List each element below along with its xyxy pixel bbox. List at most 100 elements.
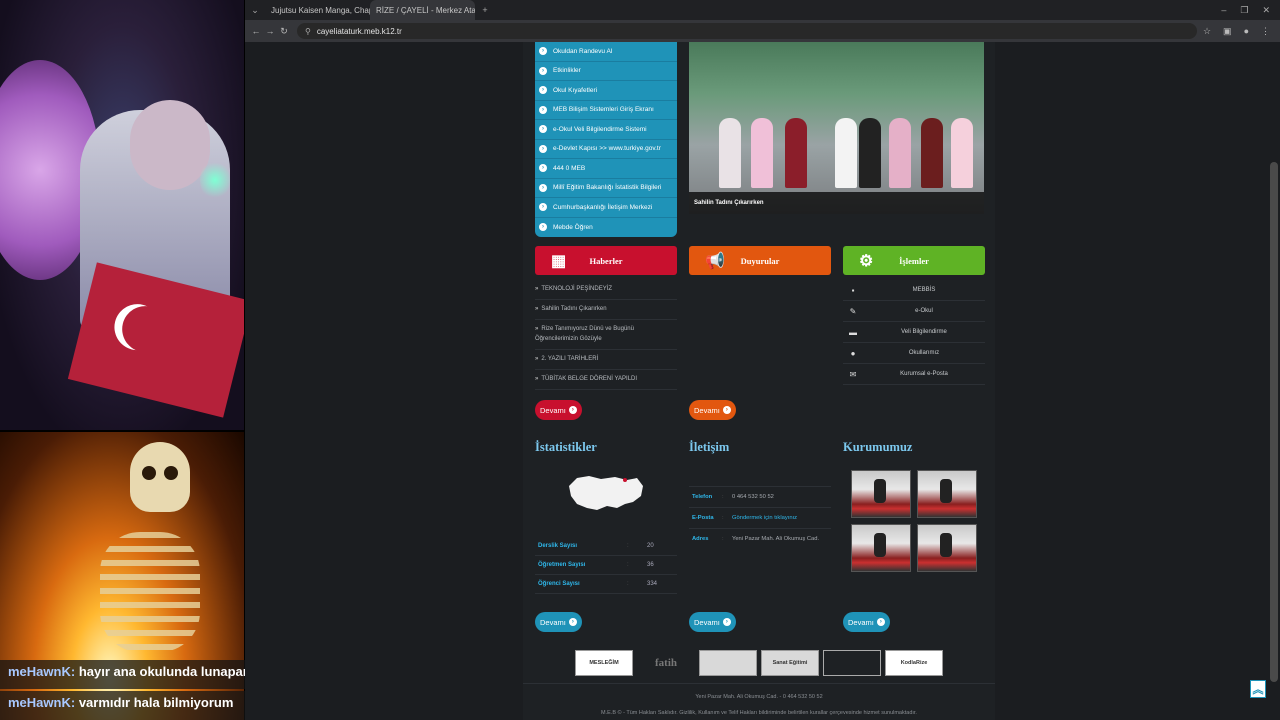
- menu-item[interactable]: › 444 0 MEB: [535, 159, 677, 179]
- bookmark-star-icon[interactable]: ☆: [1203, 26, 1211, 37]
- photo-figure: [859, 118, 881, 188]
- announcements-header-label: Duyurular: [740, 255, 780, 266]
- stat-separator: :: [627, 543, 629, 549]
- scrollbar[interactable]: [1270, 162, 1278, 682]
- led-light: [200, 160, 230, 200]
- stats-more-button[interactable]: Devamı ›: [535, 612, 582, 632]
- operations-list: ▪ MEBBİS ✎ e-Okul ▬ Veli Bilgilendirme ● Oku…: [843, 280, 985, 385]
- contact-separator: :: [722, 494, 724, 500]
- logo-fatih[interactable]: fatih: [637, 650, 695, 676]
- slider-photo[interactable]: Sahilin Tadını Çıkarırken: [689, 42, 984, 214]
- news-more-button[interactable]: Devamı ›: [535, 400, 582, 420]
- toolbar-actions: ☆ ▣ ● ⋮: [1203, 26, 1276, 37]
- gallery-thumbnail[interactable]: [851, 524, 911, 572]
- menu-item[interactable]: › e-Devlet Kapısı >> www.turkiye.gov.tr: [535, 140, 677, 159]
- double-chevron-icon: »: [535, 356, 539, 362]
- op-veli[interactable]: ▬ Veli Bilgilendirme: [843, 322, 985, 343]
- tab-jujutsu[interactable]: Jujutsu Kaisen Manga, Chapter ✕: [265, 0, 370, 20]
- institution-title: Kurumumuz: [843, 440, 913, 454]
- scroll-to-top-button[interactable]: ︽: [1250, 680, 1266, 698]
- quick-links-menu: › Okuldan Randevu Al › Etkinlikler › Okul K…: [535, 42, 677, 237]
- menu-item[interactable]: › Okul Kıyafetleri: [535, 81, 677, 101]
- gallery-thumbnail[interactable]: [917, 524, 977, 572]
- op-mebbis[interactable]: ▪ MEBBİS: [843, 280, 985, 301]
- contact-more-button[interactable]: Devamı ›: [689, 612, 736, 632]
- news-header[interactable]: ▦ Haberler: [535, 246, 677, 275]
- menu-item[interactable]: › Etkinlikler: [535, 62, 677, 81]
- operations-header-label: İşlemler: [899, 255, 929, 266]
- logo-sanat[interactable]: Sanat Eğitimi: [761, 650, 819, 676]
- back-icon[interactable]: ←: [249, 26, 263, 36]
- institution-gallery: [851, 470, 977, 572]
- arrow-circle-icon: ›: [539, 203, 547, 212]
- menu-item[interactable]: › Okuldan Randevu Al: [535, 42, 677, 62]
- minimize-icon[interactable]: –: [1221, 5, 1226, 16]
- menu-icon[interactable]: ⋮: [1261, 26, 1270, 37]
- stat-value: 334: [647, 581, 658, 587]
- site-info-icon[interactable]: ⚲: [305, 27, 311, 36]
- photo-caption: Sahilin Tadını Çıkarırken: [689, 192, 984, 214]
- contact-separator: :: [722, 536, 724, 542]
- chat-text: varmıdır hala bilmiyorum: [78, 695, 234, 710]
- gallery-thumbnail[interactable]: [917, 470, 977, 518]
- location-marker-icon: [623, 478, 627, 482]
- streamer-head: [130, 100, 210, 190]
- chat-message: meHawnK: hayır ana okulunda lunapark: [0, 660, 245, 689]
- menu-item[interactable]: › MEB Bilişim Sistemleri Giriş Ekranı: [535, 101, 677, 120]
- logo-meslegim[interactable]: MESLEĞİM: [575, 650, 633, 676]
- op-label: Kurumsal e-Posta: [900, 371, 948, 377]
- institution-more-button[interactable]: Devamı ›: [843, 612, 890, 632]
- operations-header[interactable]: ⚙ İşlemler: [843, 246, 985, 275]
- menu-item[interactable]: › e-Okul Veli Bilgilendirme Sistemi: [535, 120, 677, 140]
- logo-seal[interactable]: [699, 650, 757, 676]
- menu-item[interactable]: › Cumhurbaşkanlığı İletişim Merkezi: [535, 198, 677, 218]
- contact-label: E-Posta: [692, 515, 714, 521]
- op-eokul[interactable]: ✎ e-Okul: [843, 301, 985, 322]
- address-value: Yeni Pazar Mah. Ali Okumuş Cad.: [732, 536, 820, 542]
- contact-row: E-Posta: Göndermek için tıklayınız: [689, 507, 831, 528]
- tab-school[interactable]: RİZE / ÇAYELİ - Merkez Atatürk ✕: [370, 0, 475, 20]
- extensions-icon[interactable]: ▣: [1223, 26, 1232, 37]
- address-bar[interactable]: ⚲ cayeliataturk.meb.k12.tr: [297, 23, 1197, 39]
- chevron-circle-icon: ›: [568, 406, 577, 414]
- gears-icon: ⚙: [859, 252, 874, 270]
- menu-item-label: 444 0 MEB: [553, 164, 586, 172]
- more-label: Devamı: [540, 617, 566, 627]
- news-item[interactable]: » Rize Tanımıyoruz Dünü ve Bugünü Öğrenci…: [535, 320, 677, 350]
- op-schools[interactable]: ● Okullarımız: [843, 343, 985, 364]
- contact-label: Adres: [692, 536, 709, 542]
- news-title: TÜBİTAK BELGE DÖRENİ YAPILDI: [541, 376, 638, 382]
- more-label: Devamı: [848, 617, 874, 627]
- reload-icon[interactable]: ↻: [277, 26, 291, 37]
- op-label: Veli Bilgilendirme: [901, 329, 947, 335]
- gallery-thumbnail[interactable]: [851, 470, 911, 518]
- new-tab-button[interactable]: +: [475, 5, 495, 15]
- tab-search-icon[interactable]: ⌄: [245, 5, 265, 16]
- screen-icon: ▬: [849, 327, 857, 337]
- more-label: Devamı: [694, 405, 720, 415]
- stat-label: Öğretmen Sayısı: [538, 562, 586, 568]
- menu-item[interactable]: › Millî Eğitim Bakanlığı İstatistik Bilgi…: [535, 179, 677, 198]
- menu-item[interactable]: › Mebde Öğren: [535, 218, 677, 238]
- photo-figure: [835, 118, 857, 188]
- close-window-icon[interactable]: ✕: [1262, 5, 1270, 16]
- announcements-header[interactable]: 📢 Duyurular: [689, 246, 831, 275]
- logo-broken-image[interactable]: [823, 650, 881, 676]
- page-viewport: › Okuldan Randevu Al › Etkinlikler › Okul K…: [245, 42, 1280, 720]
- maximize-icon[interactable]: ❐: [1240, 5, 1248, 16]
- news-item[interactable]: » TÜBİTAK BELGE DÖRENİ YAPILDI: [535, 370, 677, 390]
- chat-message: meHawnK: varmıdır hala bilmiyorum: [0, 691, 245, 720]
- logo-kodlarize[interactable]: KodlaRize: [885, 650, 943, 676]
- news-title: Rize Tanımıyoruz Dünü ve Bugünü Öğrencil…: [535, 326, 634, 342]
- contact-title: İletişim: [689, 440, 730, 454]
- forward-icon[interactable]: →: [263, 26, 277, 36]
- news-list: » TEKNOLOJİ PEŞİNDEYİZ » Sahilin Tadını Çı…: [535, 280, 677, 390]
- news-item[interactable]: » 2. YAZILI TARİHLERİ: [535, 350, 677, 370]
- photo-figure: [785, 118, 807, 188]
- news-item[interactable]: » TEKNOLOJİ PEŞİNDEYİZ: [535, 280, 677, 300]
- op-email[interactable]: ✉ Kurumsal e-Posta: [843, 364, 985, 385]
- news-item[interactable]: » Sahilin Tadını Çıkarırken: [535, 300, 677, 320]
- email-link[interactable]: Göndermek için tıklayınız: [732, 514, 831, 522]
- announcements-more-button[interactable]: Devamı ›: [689, 400, 736, 420]
- profile-icon[interactable]: ●: [1244, 26, 1249, 37]
